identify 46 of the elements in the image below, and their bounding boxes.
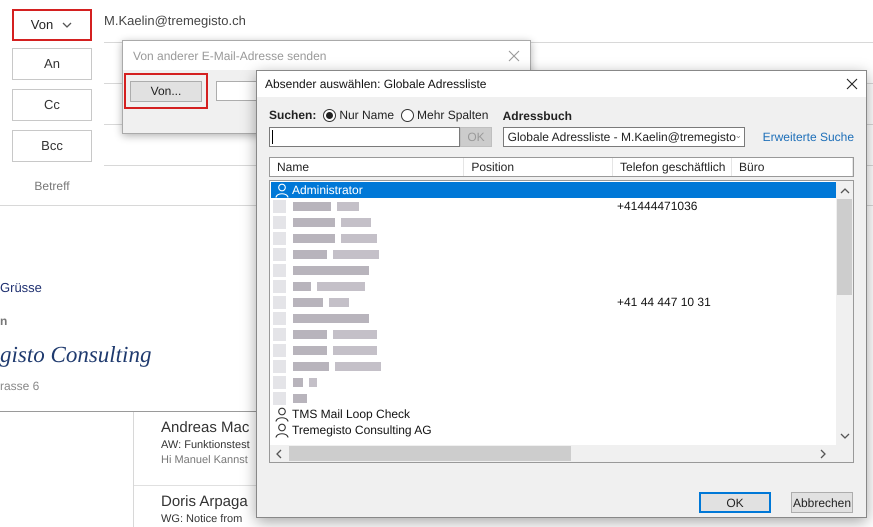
message-subject: AW: Funktionstest [161,438,251,452]
redacted-name [273,392,307,404]
column-header[interactable]: Position [464,158,614,176]
message-sender: Doris Arpaga [161,492,249,512]
close-icon[interactable] [846,78,858,90]
company-name: gisto Consulting [0,341,152,369]
dialog-button[interactable]: Abbrechen [791,492,853,513]
redacted-name [273,376,317,388]
person-icon [275,422,289,438]
recipient-button[interactable]: Cc [12,88,92,120]
dialog-button[interactable]: OK [699,492,771,513]
from-button[interactable]: Von [12,8,92,40]
subject-label: Betreff [33,178,71,194]
address-row[interactable]: +41 44 447 10 31 [271,294,836,310]
person-icon [275,182,289,198]
greeting-text: Grüsse [0,279,43,297]
column-header[interactable]: Telefon geschäftlich [613,158,732,176]
search-mode-radio[interactable]: Mehr Spalten [401,106,488,124]
advanced-search-link[interactable]: Erweiterte Suche [762,128,854,146]
message-subject: WG: Notice from [161,512,244,526]
address-row[interactable]: TMS Mail Loop Check [271,406,836,422]
address-row[interactable]: +41444471036 [271,198,836,214]
person-icon [275,406,289,422]
search-field[interactable] [269,127,460,147]
address-row[interactable]: Administrator [271,182,836,198]
address-book-select[interactable]: Globale Adressliste - M.Kaelin@tremegisto [502,127,745,147]
recipient-button[interactable]: Bcc [12,130,92,162]
horizontal-scrollbar[interactable] [270,445,853,462]
address-book-label: Adressbuch [502,108,573,123]
message-sender: Andreas Mac [161,418,250,438]
dialog-title: Absender auswählen: Globale Adressliste [265,76,486,93]
from-button[interactable]: Von... [130,80,202,102]
column-header[interactable]: Büro [732,158,853,176]
phone-number: +41 44 447 10 31 [617,294,711,311]
street-text: rasse 6 [0,379,40,393]
phone-number: +41444471036 [617,198,698,215]
dialog-title: Von anderer E-Mail-Adresse senden [133,48,326,64]
search-label: Suchen: [269,107,316,124]
message-preview: Hi Manuel Kannst [161,453,249,468]
from-address: M.Kaelin@tremegisto.ch [104,12,246,30]
search-mode-radio[interactable]: Nur Name [323,106,394,124]
signature-name: n [0,313,8,329]
address-row[interactable]: Tremegisto Consulting AG [271,422,836,438]
recipient-button[interactable]: An [12,48,92,80]
column-header[interactable]: Name [270,158,464,176]
vertical-scrollbar[interactable] [836,181,853,445]
